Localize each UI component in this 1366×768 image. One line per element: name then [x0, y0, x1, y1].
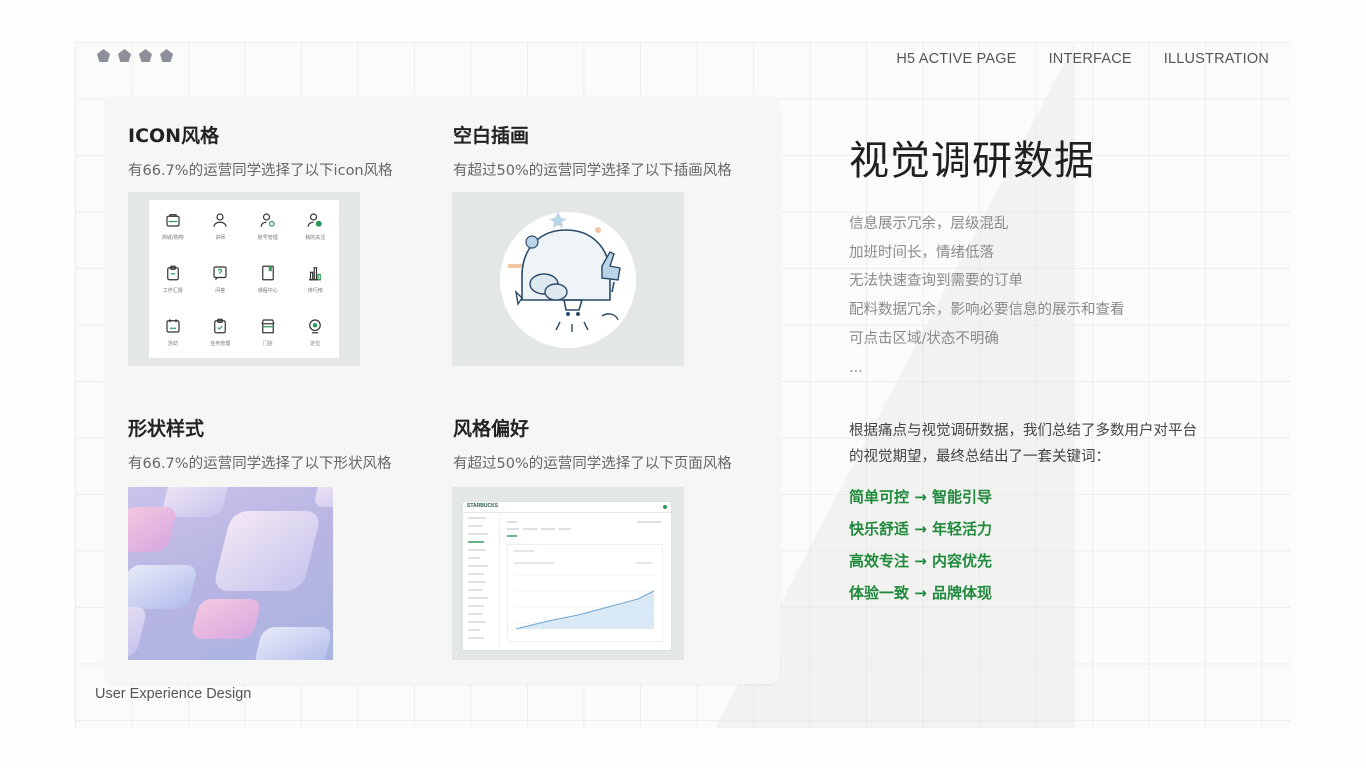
store-icon [261, 319, 275, 334]
section-subtitle: 有66.7%的运营同学选择了以下形状风格 [128, 456, 392, 472]
icon-label: 门店 [262, 340, 273, 347]
keywords-list: 简单可控 → 智能引导 快乐舒适 → 年轻活力 高效专注 → 内容优先 体验一致… [849, 481, 992, 609]
rounded-tiles-image [128, 487, 333, 660]
nav-item-h5-active-page[interactable]: H5 ACTIVE PAGE [896, 51, 1016, 67]
icon-style-thumbnail: 商城/购物 讲师 账号管理 我的关注 工作汇报 问答 课程中心 排行榜 活动 任… [128, 192, 360, 366]
nav-item-interface[interactable]: INTERFACE [1049, 51, 1132, 67]
icon-label: 活动 [167, 340, 178, 347]
list-item: 配料数据冗余，影响必要信息的展示和查看 [849, 302, 1125, 319]
keyword-item: 体验一致 → 品牌体现 [849, 584, 993, 602]
icon-cell: 排行榜 [292, 264, 340, 294]
footer-caption: User Experience Design [95, 686, 252, 702]
icon-label: 账号管理 [257, 235, 278, 242]
top-nav: H5 ACTIVE PAGE INTERFACE ILLUSTRATION [896, 51, 1269, 67]
icon-label: 我的关注 [305, 235, 326, 242]
summary-text: 根据痛点与视觉调研数据，我们总结了多数用户对平台的视觉期望，最终总结出了一套关键… [849, 423, 1197, 465]
icon-cell: 工作汇报 [149, 264, 197, 294]
icon-label: 课程中心 [257, 287, 278, 294]
section-style-preference: 风格偏好 有超过50%的运营同学选择了以下页面风格 [453, 414, 732, 473]
book-icon [261, 265, 274, 281]
section-subtitle: 有66.7%的运营同学选择了以下icon风格 [128, 163, 393, 179]
dashboard-chart-panel [507, 544, 663, 642]
icon-label: 任务管理 [210, 340, 231, 347]
dashboard-toolbar [507, 520, 665, 537]
calendar-icon [166, 318, 180, 333]
pain-points-list: 信息展示冗余，层级混乱 加班时间长，情绪低落 无法快速查询到需要的订单 配料数据… [849, 210, 1125, 382]
empty-state-illustration [500, 212, 636, 348]
pentagon-icon [139, 49, 152, 62]
section-subtitle: 有超过50%的运营同学选择了以下页面风格 [453, 456, 732, 472]
keyword-item: 简单可控 → 智能引导 [849, 488, 993, 506]
area-chart-preview [514, 550, 656, 630]
question-icon [213, 266, 227, 281]
icon-label: 工作汇报 [162, 287, 183, 294]
pentagon-icon [118, 49, 131, 62]
section-title: ICON风格 [128, 125, 220, 147]
bar-chart-icon [309, 267, 322, 281]
user-settings-icon [260, 213, 275, 228]
decorative-dots [97, 49, 173, 62]
list-item: 加班时间长，情绪低落 [849, 244, 994, 261]
user-check-icon [307, 213, 322, 228]
avatar [663, 505, 667, 509]
icon-cell: 账号管理 [244, 211, 292, 241]
section-title: 空白插画 [453, 125, 530, 147]
list-item: ... [849, 359, 863, 376]
shape-style-thumbnail [128, 487, 333, 660]
pentagon-icon [97, 49, 110, 62]
list-item: 无法快速查询到需要的订单 [849, 273, 1023, 290]
icon-cell: 门店 [244, 317, 292, 347]
icon-cell: 定位 [292, 317, 340, 347]
dashboard-sidebar [463, 512, 500, 650]
dashboard-screenshot: STARBUCKS [462, 501, 672, 651]
list-item: 可点击区域/状态不明确 [849, 330, 999, 347]
page-title: 视觉调研数据 [849, 138, 1095, 184]
section-subtitle: 有超过50%的运营同学选择了以下插画风格 [453, 163, 732, 179]
section-title: 形状样式 [128, 418, 205, 440]
pentagon-icon [160, 49, 173, 62]
icon-cell: 我的关注 [292, 211, 340, 241]
location-icon [309, 319, 322, 334]
bag-icon [166, 214, 180, 227]
icon-label: 排行榜 [307, 287, 323, 294]
illustration-thumbnail [452, 192, 684, 366]
keyword-item: 高效专注 → 内容优先 [849, 552, 993, 570]
icon-grid: 商城/购物 讲师 账号管理 我的关注 工作汇报 问答 课程中心 排行榜 活动 任… [149, 200, 339, 358]
icon-label: 讲师 [215, 235, 226, 242]
research-card: ICON风格 有66.7%的运营同学选择了以下icon风格 商城/购物 讲师 账… [105, 96, 780, 684]
icon-cell: 商城/购物 [149, 211, 197, 241]
icon-cell: 问答 [197, 264, 245, 294]
task-icon [214, 318, 227, 334]
page-style-thumbnail: STARBUCKS [452, 487, 684, 660]
icon-label: 问答 [215, 287, 226, 294]
section-empty-illustration: 空白插画 有超过50%的运营同学选择了以下插画风格 [453, 121, 732, 180]
icon-cell: 活动 [149, 317, 197, 347]
section-icon-style: ICON风格 有66.7%的运营同学选择了以下icon风格 [128, 121, 393, 180]
section-title: 风格偏好 [453, 418, 530, 440]
icon-cell: 讲师 [197, 211, 245, 241]
section-shape-style: 形状样式 有66.7%的运营同学选择了以下形状风格 [128, 414, 392, 473]
icon-label: 定位 [310, 340, 321, 347]
clipboard-icon [166, 265, 179, 281]
icon-cell: 任务管理 [197, 317, 245, 347]
keyword-item: 快乐舒适 → 年轻活力 [849, 520, 993, 538]
dashboard-brand: STARBUCKS [467, 503, 499, 509]
list-item: 信息展示冗余，层级混乱 [849, 216, 1009, 232]
icon-cell: 课程中心 [244, 264, 292, 294]
nav-item-illustration[interactable]: ILLUSTRATION [1164, 51, 1269, 67]
icon-label: 商城/购物 [161, 235, 184, 242]
user-icon [213, 213, 227, 228]
